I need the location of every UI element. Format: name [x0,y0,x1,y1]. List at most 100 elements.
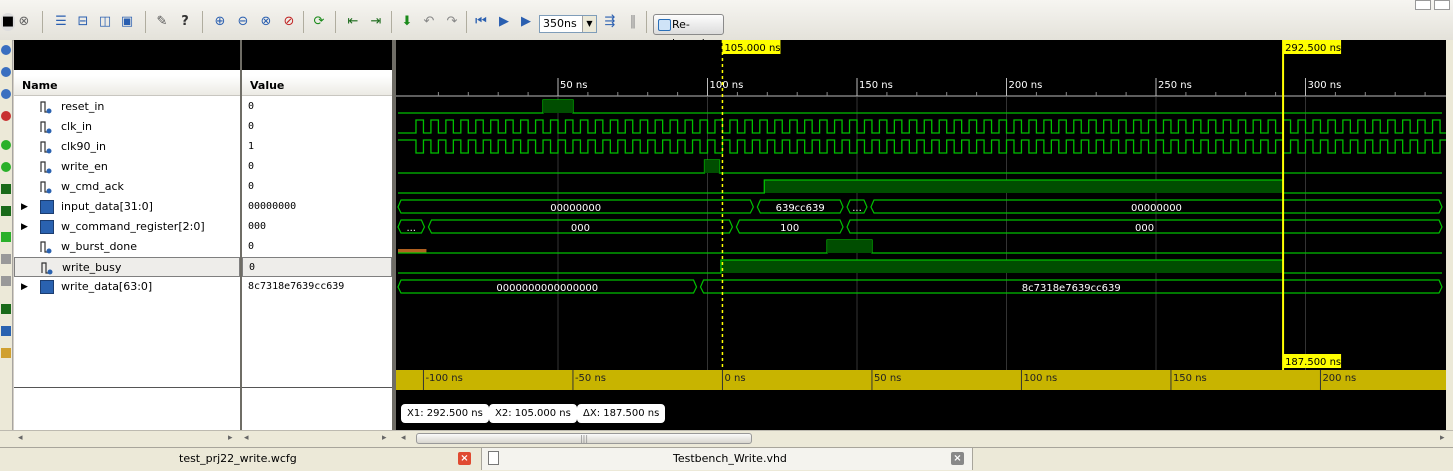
tab-vhd[interactable]: Testbench_Write.vhd × [481,448,973,470]
signal-row[interactable]: write_en [14,157,240,177]
ruler-tick-label: 300 ns [1308,80,1342,91]
bus-value-label: ... [852,203,862,214]
expand-icon[interactable]: ▶ [21,197,28,217]
value-row[interactable]: 0 [242,257,392,277]
signal-row[interactable]: ▶ input_data[31:0] [14,197,240,217]
signal-row[interactable]: reset_in [14,97,240,117]
tab-label: test_prj22_write.wcfg [179,452,297,465]
editor-tabs: test_prj22_write.wcfg × Testbench_Write.… [0,447,1453,471]
close-icon[interactable]: × [951,452,964,465]
zoom-out-icon[interactable]: ⊖ [234,13,252,31]
relaunch-icon [658,19,671,31]
minimize-icon[interactable] [1415,0,1431,10]
zoom-fit-icon[interactable]: ⊗ [257,13,275,31]
stop-icon[interactable]: ■ [1,13,15,31]
signal-row[interactable]: write_busy [14,257,240,277]
zoom-in-strip-icon[interactable] [1,45,11,55]
next-marker-icon[interactable]: ↷ [443,13,461,31]
group-icon[interactable]: ☰ [52,13,70,31]
prev-marker-icon[interactable]: ↶ [420,13,438,31]
scroll-left-icon[interactable]: ◂ [18,433,23,443]
zoom-cursor-icon[interactable]: ⊘ [280,13,298,31]
maximize-icon[interactable] [1434,0,1450,10]
expand-icon[interactable]: ▶ [21,277,28,297]
value-row[interactable]: 00000000 [242,197,392,217]
signal-row[interactable]: w_cmd_ack [14,177,240,197]
bus-value-label: 00000000 [1131,203,1182,214]
value-row[interactable]: 000 [242,217,392,237]
zoom-in-icon[interactable]: ⊕ [211,13,229,31]
scroll-right-icon[interactable]: ▸ [228,433,233,443]
relative-tick-label: 0 ns [724,373,745,384]
signal-row[interactable]: w_burst_done [14,237,240,257]
vertical-scrollbar[interactable] [1446,40,1453,430]
snap-strip-icon[interactable] [1,348,11,358]
value-column-header[interactable]: Value [242,76,392,96]
delta-label: 187.500 ns [1285,357,1341,368]
swap-strip-icon[interactable] [1,304,11,314]
zoom-fit-strip-icon[interactable] [1,89,11,99]
name-column-header[interactable]: Name [14,76,240,96]
tab-wcfg[interactable]: test_prj22_write.wcfg × [0,448,480,470]
scroll-thumb[interactable]: ||| [416,433,752,444]
tab-label: Testbench_Write.vhd [673,452,787,465]
scroll-left-icon[interactable]: ◂ [401,433,406,443]
value-row[interactable]: 0 [242,117,392,137]
signal-icon [40,121,52,134]
zoom-out-strip-icon[interactable] [1,67,11,77]
waveform-w_burst_done [398,239,1442,254]
step-icon[interactable]: ⇶ [601,13,619,31]
scroll-left-icon[interactable]: ◂ [244,433,249,443]
prev-edge-icon[interactable]: ⇤ [344,13,362,31]
tool-strip [0,40,13,450]
run-icon[interactable]: ▶ [495,13,513,31]
high-fill [764,180,1284,193]
signal-value: 0 [248,241,255,252]
value-row[interactable]: 0 [242,177,392,197]
ruler-tick-label: 200 ns [1009,80,1043,91]
wrench-icon[interactable]: ✎ [153,13,171,31]
signal-row[interactable]: clk_in [14,117,240,137]
pause-icon[interactable]: ‖ [624,13,642,31]
prev-marker-strip-icon[interactable] [1,254,11,264]
signal-row[interactable]: ▶ w_command_register[2:0] [14,217,240,237]
signal-row[interactable]: clk90_in [14,137,240,157]
value-row[interactable]: 8c7318e7639cc639 [242,277,392,297]
value-row[interactable]: 1 [242,137,392,157]
value-row[interactable]: 0 [242,97,392,117]
restart-icon[interactable]: ⏮ [472,13,490,31]
add-marker-icon[interactable]: ⬇ [398,13,416,31]
next-marker-strip-icon[interactable] [1,276,11,286]
expand-icon[interactable]: ▶ [21,217,28,237]
panel-icon[interactable]: ▣ [118,13,136,31]
go-start-strip-icon[interactable] [1,140,11,150]
scroll-right-icon[interactable]: ▸ [382,433,387,443]
signal-row[interactable]: ▶ write_data[63:0] [14,277,240,297]
chevron-down-icon[interactable]: ▼ [582,16,596,32]
refresh-icon[interactable]: ⟳ [310,13,328,31]
signal-icon [40,161,52,174]
zoom-cursor-strip-icon[interactable] [1,111,11,121]
scroll-right-icon[interactable]: ▸ [1440,433,1445,443]
run-time-select[interactable]: 350ns ▼ [539,15,597,33]
cursor-strip-icon[interactable] [1,326,11,336]
next-transition-strip-icon[interactable] [1,206,11,216]
waveform-canvas[interactable]: 50 ns100 ns150 ns200 ns250 ns300 ns30000… [396,40,1446,430]
help-icon[interactable]: ? [176,13,194,31]
relative-tick-label: 50 ns [874,373,901,384]
value-row[interactable]: 0 [242,237,392,257]
close-icon[interactable]: × [458,452,471,465]
relative-ruler [396,370,1446,390]
prev-transition-strip-icon[interactable] [1,184,11,194]
value-row[interactable]: 0 [242,157,392,177]
run-for-icon[interactable]: ▶ [517,13,535,31]
next-edge-icon[interactable]: ⇥ [367,13,385,31]
window-icon[interactable]: ◫ [96,13,114,31]
add-marker-strip-icon[interactable] [1,232,11,242]
cancel-icon[interactable]: ⊗ [15,13,33,31]
divider-icon[interactable]: ⊟ [74,13,92,31]
relaunch-button[interactable]: Re-launch [653,14,724,50]
go-end-strip-icon[interactable] [1,162,11,172]
ruler-tick-label: 150 ns [859,80,893,91]
bus-value-label: 100 [780,223,799,234]
